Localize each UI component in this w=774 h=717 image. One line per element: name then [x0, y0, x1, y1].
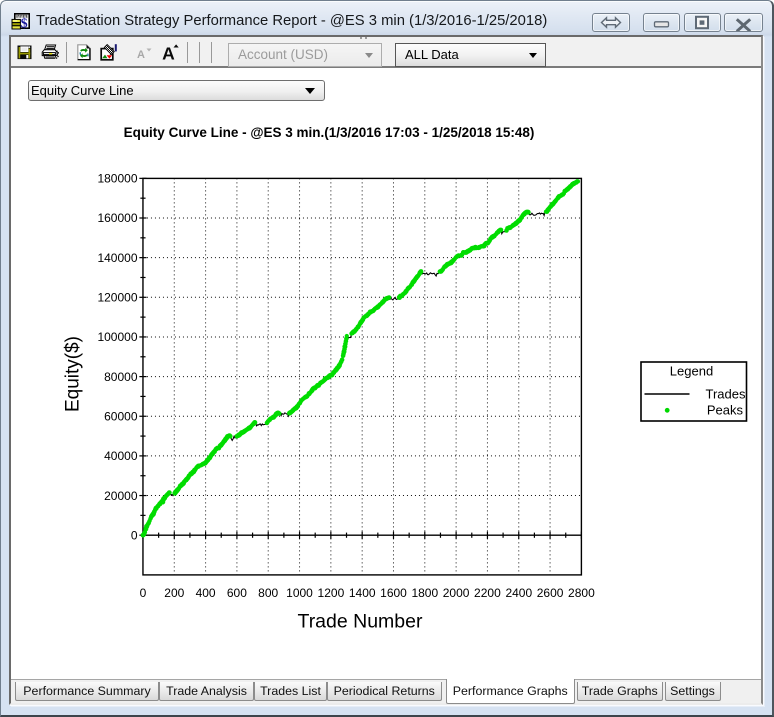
svg-text:160000: 160000 — [97, 211, 137, 225]
svg-text:Trades: Trades — [706, 387, 746, 402]
svg-text:40000: 40000 — [104, 449, 138, 463]
svg-text:2400: 2400 — [505, 586, 532, 600]
svg-text:Legend: Legend — [670, 364, 713, 379]
svg-text:2600: 2600 — [537, 586, 564, 600]
svg-text:1600: 1600 — [380, 586, 407, 600]
svg-text:60000: 60000 — [104, 410, 138, 424]
svg-text:120000: 120000 — [97, 291, 137, 305]
svg-text:100000: 100000 — [97, 330, 137, 344]
svg-text:400: 400 — [196, 586, 216, 600]
svg-text:Trade Number: Trade Number — [298, 611, 423, 633]
svg-text:2000: 2000 — [443, 586, 470, 600]
svg-text:800: 800 — [258, 586, 278, 600]
svg-text:Peaks: Peaks — [707, 403, 744, 418]
svg-text:1200: 1200 — [318, 586, 345, 600]
svg-text:2200: 2200 — [474, 586, 501, 600]
svg-text:Equity($): Equity($) — [63, 336, 84, 412]
svg-text:1800: 1800 — [411, 586, 438, 600]
svg-text:0: 0 — [140, 586, 147, 600]
svg-text:0: 0 — [131, 528, 138, 542]
svg-text:140000: 140000 — [97, 251, 137, 265]
svg-text:600: 600 — [227, 586, 247, 600]
svg-text:200: 200 — [164, 586, 184, 600]
svg-text:1400: 1400 — [349, 586, 376, 600]
svg-text:180000: 180000 — [97, 172, 137, 186]
svg-text:1000: 1000 — [286, 586, 313, 600]
svg-text:20000: 20000 — [104, 489, 138, 503]
svg-text:Equity Curve Line - @ES 3 min.: Equity Curve Line - @ES 3 min.(1/3/2016 … — [124, 125, 535, 140]
svg-text:2800: 2800 — [568, 586, 595, 600]
svg-text:80000: 80000 — [104, 370, 138, 384]
